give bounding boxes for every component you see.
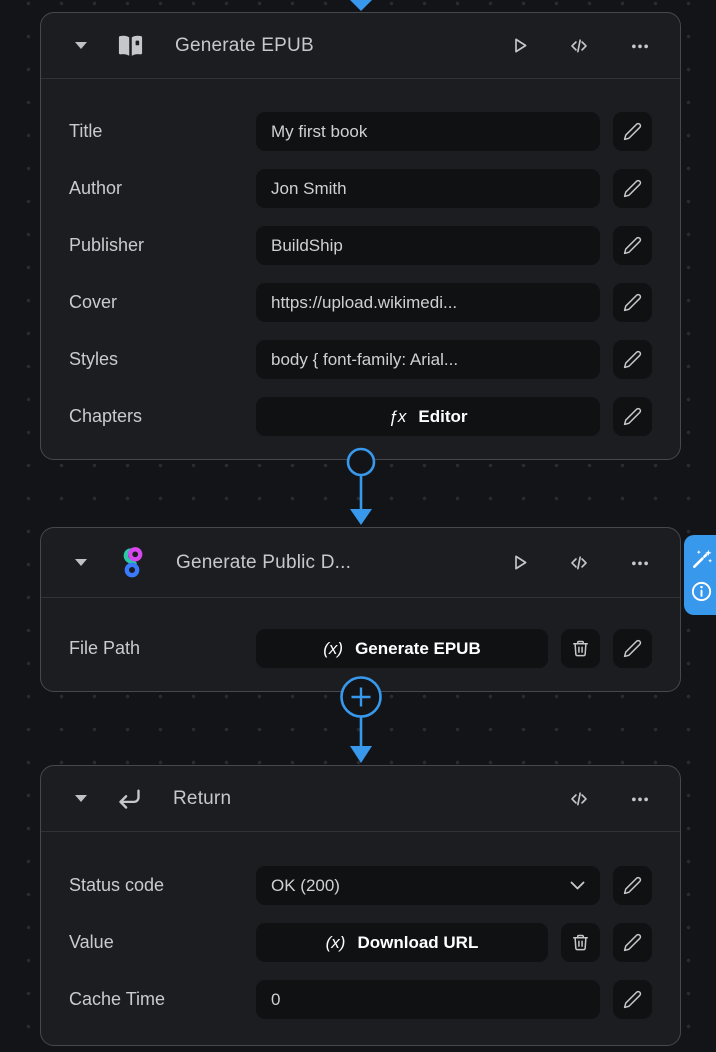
field-label: Value [69, 932, 243, 953]
fx-editor-button[interactable]: ƒx Editor [256, 397, 600, 436]
edit-button[interactable] [613, 923, 652, 962]
publisher-input[interactable]: BuildShip [256, 226, 600, 265]
field-row-status-code: Status code OK (200) [69, 866, 652, 905]
port-circle-arrow-node1-to-node2[interactable] [342, 446, 380, 526]
author-input[interactable]: Jon Smith [256, 169, 600, 208]
play-icon[interactable] [509, 552, 530, 573]
cover-input[interactable]: https://upload.wikimedi... [256, 283, 600, 322]
field-row-value: Value (x) Download URL [69, 923, 652, 962]
field-row-styles: Styles body { font-family: Arial... [69, 340, 652, 379]
node-title: Return [173, 788, 231, 810]
buildship-gradient-icon [115, 545, 147, 581]
edit-button[interactable] [613, 112, 652, 151]
field-row-cache-time: Cache Time 0 [69, 980, 652, 1019]
variable-icon: (x) [323, 639, 343, 659]
header-actions [509, 35, 652, 56]
variable-chip-value[interactable]: (x) Download URL [256, 923, 548, 962]
open-book-icon [115, 32, 146, 60]
edit-button[interactable] [613, 340, 652, 379]
field-row-title: Title My first book [69, 112, 652, 151]
node-body: Status code OK (200) Value (x) Download … [41, 832, 680, 1045]
fx-icon: ƒx [388, 407, 406, 427]
node-title: Generate EPUB [175, 35, 314, 57]
node-header: Generate Public D... [41, 528, 680, 598]
code-icon[interactable] [567, 35, 591, 56]
edit-button[interactable] [613, 980, 652, 1019]
node-generate-epub: Generate EPUB Title My first book Author… [40, 12, 681, 460]
variable-icon: (x) [326, 933, 346, 953]
info-icon[interactable] [690, 580, 713, 603]
edit-button[interactable] [613, 397, 652, 436]
edit-button[interactable] [613, 629, 652, 668]
title-input[interactable]: My first book [256, 112, 600, 151]
field-label: Publisher [69, 235, 243, 256]
field-label: Status code [69, 875, 243, 896]
collapse-caret-icon[interactable] [75, 42, 87, 49]
chevron-down-icon [570, 881, 585, 890]
field-label: Title [69, 121, 243, 142]
field-row-file-path: File Path (x) Generate EPUB [69, 629, 652, 668]
more-icon[interactable] [628, 552, 652, 573]
magic-wand-icon[interactable] [690, 548, 713, 571]
edit-button[interactable] [613, 226, 652, 265]
field-row-cover: Cover https://upload.wikimedi... [69, 283, 652, 322]
delete-button[interactable] [561, 629, 600, 668]
node-generate-public-download: Generate Public D... File Path (x) Gener… [40, 527, 681, 692]
edit-button[interactable] [613, 169, 652, 208]
field-label: Chapters [69, 406, 243, 427]
edit-button[interactable] [613, 283, 652, 322]
node-side-toolbar [684, 535, 716, 615]
header-actions [509, 552, 652, 573]
styles-input[interactable]: body { font-family: Arial... [256, 340, 600, 379]
field-label: Styles [69, 349, 243, 370]
node-return: Return Status code OK (200) Value [40, 765, 681, 1046]
variable-chip-file-path[interactable]: (x) Generate EPUB [256, 629, 548, 668]
field-row-publisher: Publisher BuildShip [69, 226, 652, 265]
field-row-chapters: Chapters ƒx Editor [69, 397, 652, 436]
node-title: Generate Public D... [176, 552, 351, 574]
code-icon[interactable] [567, 788, 591, 809]
collapse-caret-icon[interactable] [75, 795, 87, 802]
edit-button[interactable] [613, 866, 652, 905]
delete-button[interactable] [561, 923, 600, 962]
node-header: Return [41, 766, 680, 832]
field-label: Author [69, 178, 243, 199]
arrow-into-node-1 [349, 0, 373, 11]
more-icon[interactable] [628, 788, 652, 809]
field-label: Cover [69, 292, 243, 313]
collapse-caret-icon[interactable] [75, 559, 87, 566]
play-icon[interactable] [509, 35, 530, 56]
field-row-author: Author Jon Smith [69, 169, 652, 208]
status-code-select[interactable]: OK (200) [256, 866, 600, 905]
more-icon[interactable] [628, 35, 652, 56]
node-header: Generate EPUB [41, 13, 680, 79]
header-actions [567, 788, 652, 809]
cache-time-input[interactable]: 0 [256, 980, 600, 1019]
add-node-plus-arrow-node2-to-node3[interactable] [338, 675, 384, 764]
field-label: Cache Time [69, 989, 243, 1010]
node-body: Title My first book Author Jon Smith Pub… [41, 79, 680, 462]
code-icon[interactable] [567, 552, 591, 573]
field-label: File Path [69, 638, 243, 659]
return-arrow-icon [115, 785, 144, 812]
